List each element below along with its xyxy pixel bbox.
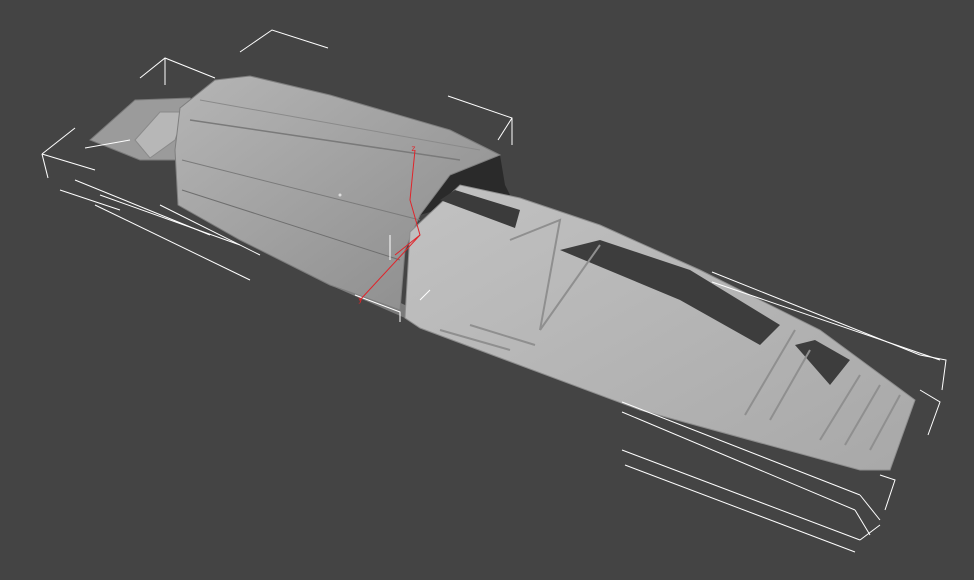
viewport-scene: z y bbox=[41, 29, 947, 553]
pivot-point bbox=[338, 193, 342, 197]
gizmo-z-label: z bbox=[411, 144, 416, 153]
gizmo-y-label: y bbox=[358, 295, 363, 304]
boat-model[interactable] bbox=[89, 75, 916, 471]
3d-viewport[interactable]: z y bbox=[0, 0, 974, 580]
